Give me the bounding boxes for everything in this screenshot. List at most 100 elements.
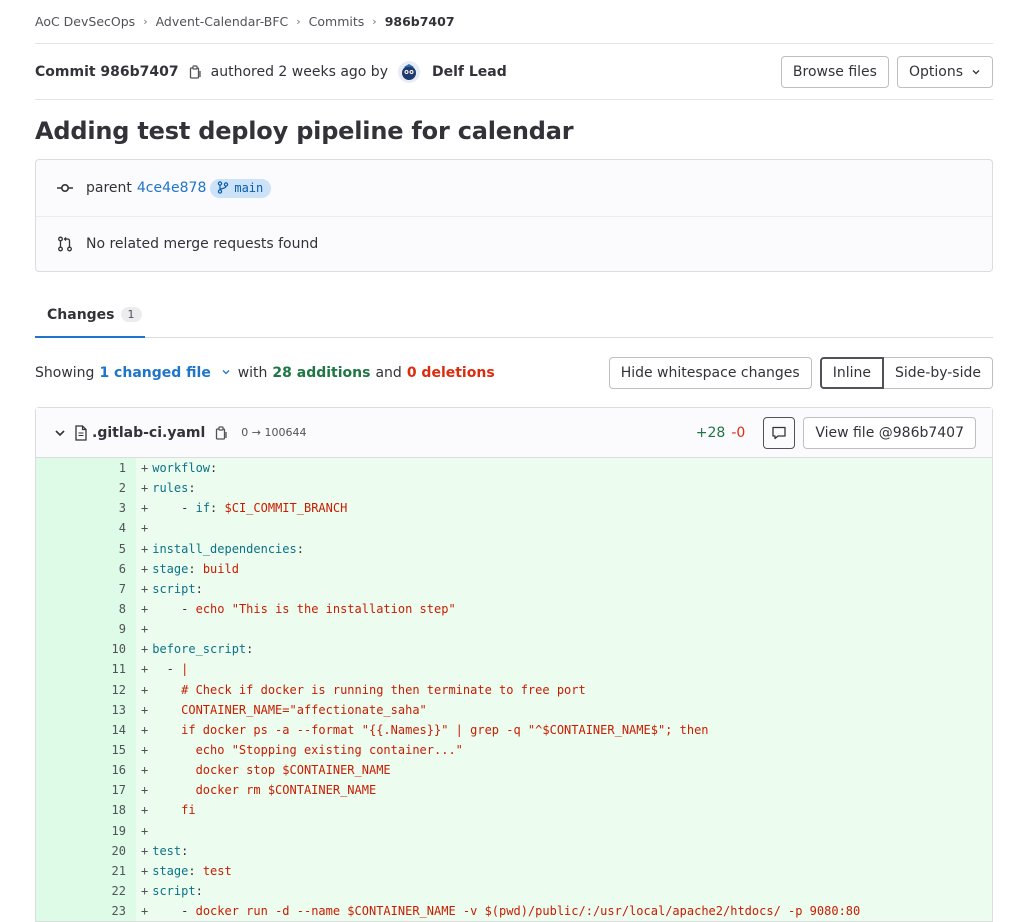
line-number[interactable]: 23 <box>36 901 136 922</box>
file-additions: +28 <box>695 424 726 441</box>
hide-whitespace-button[interactable]: Hide whitespace changes <box>608 356 812 389</box>
deletions-count: 0 deletions <box>406 364 495 381</box>
line-number[interactable]: 19 <box>36 820 136 841</box>
diff-line: 20 + test: <box>36 840 992 861</box>
line-content: + test: <box>136 840 992 861</box>
line-number[interactable]: 22 <box>36 880 136 902</box>
breadcrumb-current[interactable]: 986b7407 <box>385 14 455 29</box>
options-dropdown[interactable]: Options <box>896 55 993 88</box>
branch-badge[interactable]: main <box>210 178 272 198</box>
line-content: + script: <box>136 880 992 902</box>
line-number[interactable]: 10 <box>36 639 136 660</box>
line-content: + stage: build <box>136 558 992 579</box>
diff-line: 21 + stage: test <box>36 860 992 881</box>
showing-text: Showing <box>35 364 95 381</box>
breadcrumb-commits[interactable]: Commits <box>309 14 365 29</box>
line-number[interactable]: 7 <box>36 578 136 599</box>
diff-line: 16 + docker stop $CONTAINER_NAME <box>36 760 992 781</box>
line-content: + - if: $CI_COMMIT_BRANCH <box>136 498 992 519</box>
line-number[interactable]: 12 <box>36 679 136 700</box>
line-content: + workflow: <box>136 458 992 479</box>
line-content: + install_dependencies: <box>136 538 992 559</box>
diff-line: 15 + echo "Stopping existing container...… <box>36 739 992 761</box>
line-number[interactable]: 4 <box>36 518 136 539</box>
file-icon <box>75 424 87 441</box>
line-number[interactable]: 16 <box>36 760 136 781</box>
breadcrumb-group[interactable]: AoC DevSecOps <box>35 14 135 29</box>
diff-line: 12 + # Check if docker is running then te… <box>36 679 992 700</box>
line-content: + - | <box>136 659 992 680</box>
line-content: + # Check if docker is running then term… <box>136 679 992 700</box>
line-number[interactable]: 11 <box>36 659 136 680</box>
line-number[interactable]: 21 <box>36 860 136 881</box>
line-number[interactable]: 17 <box>36 780 136 801</box>
comment-button[interactable] <box>763 416 796 449</box>
chevron-down-icon[interactable] <box>54 427 66 439</box>
diff-line: 8 + - echo "This is the installation step… <box>36 598 992 620</box>
line-content: + echo "Stopping existing container..." <box>136 739 992 761</box>
line-number[interactable]: 9 <box>36 619 136 640</box>
parent-sha-link[interactable]: 4ce4e878 <box>137 180 206 196</box>
changed-files-label: 1 changed file <box>99 364 211 381</box>
diff-line: 23 + - docker run -d --name $CONTAINER_NA… <box>36 901 992 922</box>
authored-text: authored 2 weeks ago by <box>210 63 388 80</box>
diff-line: 4 + <box>36 518 992 539</box>
merge-request-text: No related merge requests found <box>86 236 319 252</box>
browse-files-button[interactable]: Browse files <box>780 55 889 88</box>
merge-request-row: No related merge requests found <box>36 216 992 271</box>
parent-row: parent 4ce4e878 main <box>36 160 992 216</box>
diff-line: 3 + - if: $CI_COMMIT_BRANCH <box>36 498 992 519</box>
file-name[interactable]: .gitlab-ci.yaml <box>92 425 205 441</box>
line-number[interactable]: 5 <box>36 538 136 559</box>
line-number[interactable]: 6 <box>36 558 136 579</box>
changed-files-dropdown[interactable]: 1 changed file <box>99 365 230 381</box>
chevron-down-icon <box>222 369 230 374</box>
line-content: + rules: <box>136 478 992 499</box>
line-number[interactable]: 2 <box>36 478 136 499</box>
comment-icon <box>772 426 786 439</box>
commit-info-box: parent 4ce4e878 main No related merge re… <box>35 159 993 272</box>
branch-name: main <box>234 180 264 195</box>
diff-line: 7 + script: <box>36 578 992 599</box>
view-file-button[interactable]: View file @986b7407 <box>803 416 976 449</box>
diff-code: 1 + workflow:2 + rules:3 + - if: $CI_COMMIT_… <box>36 458 992 922</box>
line-content: + docker stop $CONTAINER_NAME <box>136 760 992 781</box>
breadcrumb-project[interactable]: Advent-Calendar-BFC <box>156 14 289 29</box>
line-number[interactable]: 20 <box>36 840 136 861</box>
breadcrumb: AoC DevSecOps › Advent-Calendar-BFC › Co… <box>35 0 993 44</box>
additions-count: 28 additions <box>272 364 371 381</box>
diff-file-header: .gitlab-ci.yaml 0 → 100644 +28 -0 View f… <box>36 408 992 458</box>
options-label: Options <box>908 63 963 80</box>
line-number[interactable]: 13 <box>36 699 136 720</box>
commit-header: Commit 986b7407 authored 2 weeks ago by … <box>35 44 993 100</box>
diff-file: .gitlab-ci.yaml 0 → 100644 +28 -0 View f… <box>35 407 993 922</box>
diff-line: 19 + <box>36 820 992 841</box>
line-content: + CONTAINER_NAME="affectionate_saha" <box>136 699 992 720</box>
line-number[interactable]: 3 <box>36 498 136 519</box>
commit-label: Commit 986b7407 <box>35 63 179 80</box>
line-content: + before_script: <box>136 639 992 660</box>
view-mode-toggle: Inline Side-by-side <box>819 356 993 389</box>
inline-view-button[interactable]: Inline <box>819 356 884 389</box>
line-number[interactable]: 18 <box>36 800 136 821</box>
copy-icon[interactable] <box>189 64 203 79</box>
diff-line: 2 + rules: <box>36 478 992 499</box>
line-number[interactable]: 15 <box>36 739 136 761</box>
commit-icon <box>56 179 74 197</box>
line-number[interactable]: 8 <box>36 598 136 620</box>
author-name[interactable]: Delf Lead <box>432 64 507 80</box>
line-number[interactable]: 1 <box>36 458 136 479</box>
chevron-right-icon: › <box>296 15 301 28</box>
line-content: + fi <box>136 800 992 821</box>
chevron-right-icon: › <box>143 15 148 28</box>
file-deletions: -0 <box>731 424 746 441</box>
diff-line: 13 + CONTAINER_NAME="affectionate_saha" <box>36 699 992 720</box>
avatar[interactable] <box>397 60 420 83</box>
tab-changes[interactable]: Changes 1 <box>35 293 145 338</box>
side-by-side-button[interactable]: Side-by-side <box>884 356 993 389</box>
line-number[interactable]: 14 <box>36 719 136 740</box>
diff-line: 10 + before_script: <box>36 639 992 660</box>
file-mode: 0 → 100644 <box>241 426 307 439</box>
with-text: with <box>237 364 268 381</box>
copy-icon[interactable] <box>215 425 229 440</box>
